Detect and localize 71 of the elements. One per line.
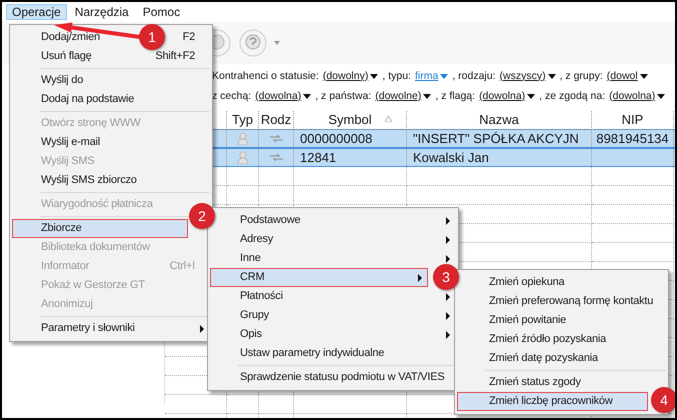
menu-item[interactable]: Zmień powitanie <box>489 312 566 329</box>
menu-item[interactable]: Zmień opiekuna <box>489 274 564 291</box>
table-cell: "INSERT" SPÓŁKA AKCYJN <box>413 131 579 146</box>
menu-item[interactable]: Parametry i słowniki <box>41 320 135 337</box>
table-cell: 0000000008 <box>300 131 372 146</box>
caret-icon <box>548 74 556 79</box>
submenu-arrow-icon <box>446 236 450 244</box>
caret-icon <box>440 74 448 79</box>
menu-item[interactable]: Grupy <box>240 307 269 324</box>
table-cell: 12841 <box>300 150 336 165</box>
filter-label: , ze zgodą na: <box>539 88 606 104</box>
table-cell: Kowalski Jan <box>413 150 489 165</box>
filter-dropdown[interactable]: (wszyscy) <box>500 68 556 84</box>
shortcut-text: Ctrl+I <box>170 259 195 274</box>
menu-item[interactable]: Zbiorcze <box>12 219 188 238</box>
caret-icon <box>303 94 312 99</box>
submenu-arrow-icon <box>446 217 450 225</box>
menu-item[interactable]: Płatności <box>240 288 283 305</box>
menu-item[interactable]: Zmień liczbę pracowników <box>457 392 648 411</box>
two-way-arrow-icon <box>270 135 282 142</box>
menu-item[interactable]: Sprawdzenie statusu podmiotu w VAT/VIES <box>240 369 445 386</box>
menubar-item[interactable]: Narzędzia <box>68 4 135 20</box>
caret-icon <box>423 94 432 99</box>
filter-dropdown[interactable]: (dowolna) <box>479 88 536 104</box>
submenu-arrow-icon <box>446 255 450 263</box>
menu-item[interactable]: Podstawowe <box>240 212 300 229</box>
menu-item[interactable]: Zmień datę pozyskania <box>489 350 598 367</box>
sort-icon <box>385 116 392 122</box>
filter-dropdown[interactable]: (dowol <box>606 68 648 84</box>
two-way-arrow-icon <box>270 154 282 161</box>
menubar-item[interactable]: Pomoc <box>136 4 186 20</box>
menu-item[interactable]: Inne <box>240 250 261 267</box>
filter-dropdown[interactable]: (dowolna) <box>255 88 312 104</box>
menu-item[interactable]: Ustaw parametry indywidualne <box>240 345 384 362</box>
filter-label: Kontrahenci o statusie: <box>212 68 319 84</box>
caret-icon <box>370 74 378 79</box>
person-icon <box>236 151 248 164</box>
filter-dropdown[interactable]: (dowolne) <box>375 88 432 104</box>
submenu-arrow-icon <box>446 312 450 320</box>
shortcut-text: F2 <box>182 30 195 46</box>
filter-dropdown[interactable]: firma <box>414 68 448 84</box>
menu-item[interactable]: Wyślij SMS zbiorczo <box>41 172 137 189</box>
submenu-arrow-icon <box>446 331 450 339</box>
shortcut-text: Shift+F2 <box>155 49 195 64</box>
caret-icon <box>657 94 666 99</box>
submenu-arrow-icon <box>200 325 204 333</box>
menu-item[interactable]: Wyślij e-mail <box>41 134 100 151</box>
submenu-arrow-icon <box>418 274 422 282</box>
filter-label: , rodzaju: <box>452 68 496 84</box>
menu-item[interactable]: Dodaj/zmień <box>41 29 100 46</box>
menu-item[interactable]: Adresy <box>240 231 274 248</box>
filter-label: , z państwa: <box>315 88 372 104</box>
table-cell: 8981945134 <box>596 131 669 146</box>
menu-item[interactable]: Zmień status zgody <box>489 374 581 391</box>
menu-item[interactable]: Zmień preferowaną formę kontaktu <box>489 293 654 310</box>
menu-item[interactable]: Wyślij do <box>41 72 84 89</box>
filter-label: , z flagą: <box>435 88 476 104</box>
filter-dropdown[interactable]: (dowolny) <box>322 68 378 84</box>
menubar-item[interactable]: Operacje <box>6 4 67 20</box>
filter-dropdown[interactable]: (dowolna) <box>609 88 666 104</box>
filter-label: , typu: <box>382 68 411 84</box>
person-icon <box>236 132 248 145</box>
menu-item[interactable]: Usuń flagę <box>41 48 92 65</box>
caret-icon <box>640 74 648 79</box>
menu-item[interactable]: Dodaj na podstawie <box>41 91 134 108</box>
menu-item[interactable]: Zmień źródło pozyskania <box>489 331 606 348</box>
menu-item[interactable]: CRM <box>210 268 428 287</box>
caret-icon <box>527 94 536 99</box>
filter-label: , z grupy: <box>560 68 603 84</box>
menu-item[interactable]: Opis <box>240 326 262 343</box>
submenu-arrow-icon <box>446 293 450 301</box>
